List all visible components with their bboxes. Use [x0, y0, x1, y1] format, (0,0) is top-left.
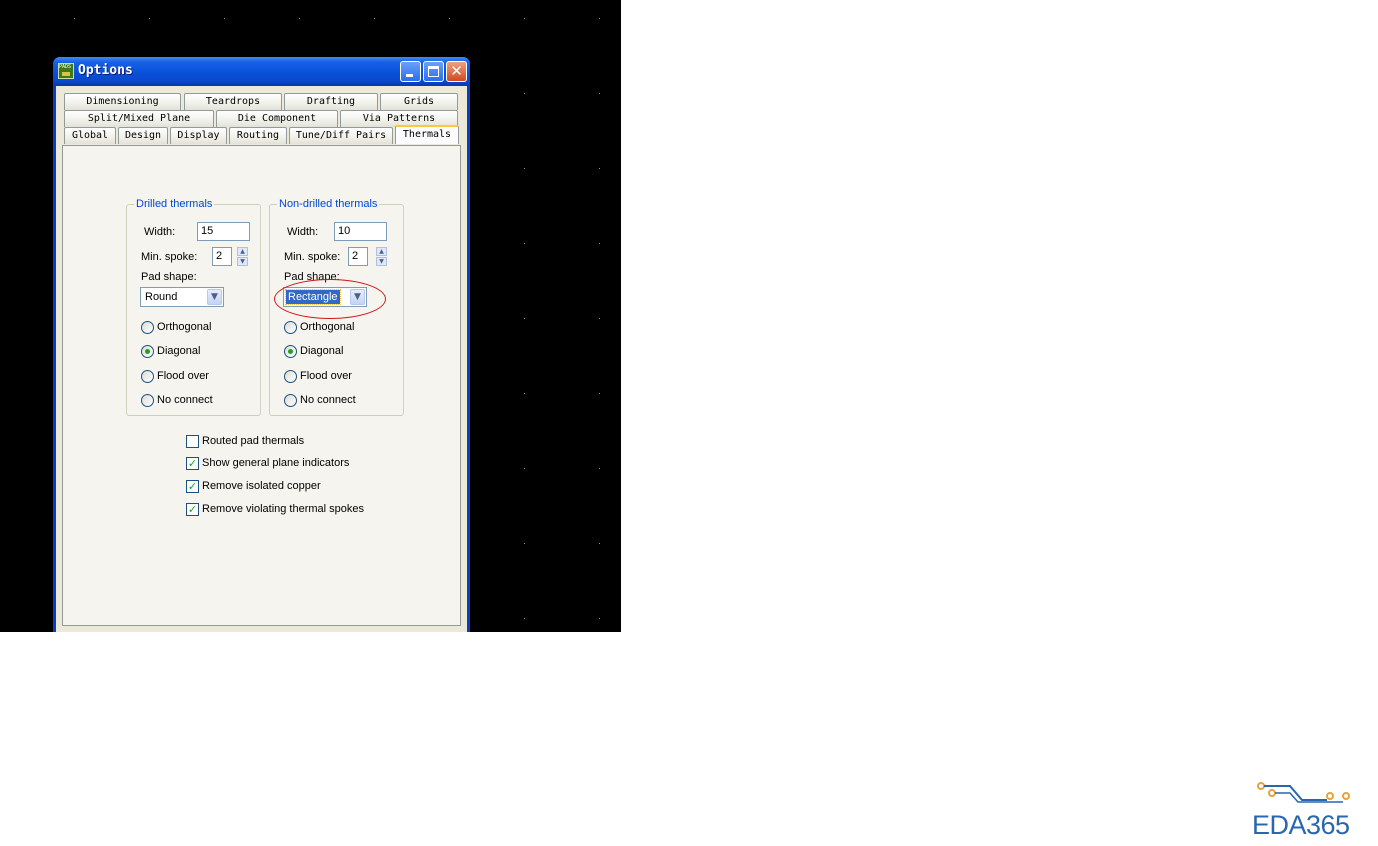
options-dialog: PADS Options ✕ Dimensioning Teardrops Dr…	[53, 57, 470, 632]
grid-dot	[299, 18, 300, 19]
grid-dot	[599, 18, 600, 19]
non-drilled-orthogonal-label[interactable]: Orthogonal	[300, 321, 354, 334]
remove-violating-thermal-spokes-label[interactable]: Remove violating thermal spokes	[202, 503, 364, 516]
drilled-diagonal-radio[interactable]	[141, 345, 154, 358]
drilled-width-input[interactable]: 15	[197, 222, 250, 241]
grid-dot	[599, 618, 600, 619]
non-drilled-width-input[interactable]: 10	[334, 222, 387, 241]
grid-dot	[74, 18, 75, 19]
grid-dot	[524, 18, 525, 19]
grid-dot	[599, 468, 600, 469]
grid-dot	[599, 243, 600, 244]
eda365-logo: EDA365	[1250, 778, 1365, 840]
spin-up-icon[interactable]: ▲	[237, 247, 248, 256]
grid-dot	[449, 18, 450, 19]
tab-grids[interactable]: Grids	[380, 93, 458, 110]
show-general-plane-indicators-checkbox[interactable]: ✓	[186, 457, 199, 470]
close-button[interactable]: ✕	[446, 61, 467, 82]
tab-drafting[interactable]: Drafting	[284, 93, 378, 110]
grid-dot	[524, 393, 525, 394]
grid-dot	[599, 543, 600, 544]
tab-display[interactable]: Display	[170, 127, 227, 144]
grid-dot	[524, 243, 525, 244]
remove-isolated-copper-checkbox[interactable]: ✓	[186, 480, 199, 493]
drilled-no-connect-radio[interactable]	[141, 394, 154, 407]
non-drilled-no-connect-radio[interactable]	[284, 394, 297, 407]
grid-dot	[524, 468, 525, 469]
drilled-pad-shape-select[interactable]: Round ▼	[140, 287, 224, 307]
tab-global[interactable]: Global	[64, 127, 116, 144]
title-bar[interactable]: PADS Options ✕	[53, 57, 470, 86]
drilled-pad-shape-value: Round	[145, 291, 178, 303]
maximize-icon	[428, 66, 439, 77]
tab-teardrops[interactable]: Teardrops	[184, 93, 282, 110]
spin-down-icon[interactable]: ▼	[376, 257, 387, 266]
grid-dot	[224, 18, 225, 19]
eda365-wordmark: EDA365	[1252, 810, 1350, 840]
tab-thermals[interactable]: Thermals	[395, 125, 459, 144]
spin-down-icon[interactable]: ▼	[237, 257, 248, 266]
circuit-trace-icon	[1257, 782, 1350, 803]
grid-dot	[599, 93, 600, 94]
non-drilled-width-label: Width:	[287, 226, 319, 238]
non-drilled-diagonal-label[interactable]: Diagonal	[300, 345, 343, 358]
tab-dimensioning[interactable]: Dimensioning	[64, 93, 181, 110]
close-icon: ✕	[450, 62, 463, 80]
spin-up-icon[interactable]: ▲	[376, 247, 387, 256]
non-drilled-no-connect-label[interactable]: No connect	[300, 394, 356, 407]
grid-dot	[524, 618, 525, 619]
dialog-client: Dimensioning Teardrops Drafting Grids Sp…	[56, 86, 467, 632]
grid-dot	[524, 93, 525, 94]
grid-dot	[149, 18, 150, 19]
grid-dot	[374, 18, 375, 19]
grid-dot	[524, 318, 525, 319]
grid-dot	[524, 543, 525, 544]
non-drilled-min-spoke-label: Min. spoke:	[284, 251, 341, 263]
non-drilled-diagonal-radio[interactable]	[284, 345, 297, 358]
grid-dot	[599, 318, 600, 319]
routed-pad-thermals-checkbox[interactable]	[186, 435, 199, 448]
non-drilled-min-spoke-input[interactable]: 2	[348, 247, 368, 266]
drilled-diagonal-label[interactable]: Diagonal	[157, 345, 200, 358]
tab-routing[interactable]: Routing	[229, 127, 287, 144]
window-title: Options	[78, 63, 133, 78]
drilled-thermals-title: Drilled thermals	[134, 198, 215, 211]
drilled-flood-over-radio[interactable]	[141, 370, 154, 383]
tab-design[interactable]: Design	[118, 127, 168, 144]
non-drilled-min-spoke-spinner[interactable]: ▲ ▼	[376, 247, 387, 266]
tab-die-component[interactable]: Die Component	[216, 110, 338, 127]
show-general-plane-indicators-label[interactable]: Show general plane indicators	[202, 457, 349, 470]
drilled-min-spoke-label: Min. spoke:	[141, 251, 198, 263]
chevron-down-icon[interactable]: ▼	[207, 289, 222, 305]
tab-tune-diff-pairs[interactable]: Tune/Diff Pairs	[289, 127, 393, 144]
routed-pad-thermals-label[interactable]: Routed pad thermals	[202, 435, 304, 448]
remove-violating-thermal-spokes-checkbox[interactable]: ✓	[186, 503, 199, 516]
grid-dot	[599, 168, 600, 169]
non-drilled-orthogonal-radio[interactable]	[284, 321, 297, 334]
drilled-width-label: Width:	[144, 226, 176, 238]
drilled-pad-shape-label: Pad shape:	[141, 271, 197, 283]
drilled-orthogonal-radio[interactable]	[141, 321, 154, 334]
drilled-flood-over-label[interactable]: Flood over	[157, 370, 209, 383]
minimize-icon	[406, 74, 413, 77]
drilled-no-connect-label[interactable]: No connect	[157, 394, 213, 407]
drilled-min-spoke-input[interactable]: 2	[212, 247, 232, 266]
drilled-min-spoke-spinner[interactable]: ▲ ▼	[237, 247, 248, 266]
pads-app-icon: PADS	[58, 63, 74, 79]
tab-split-mixed-plane[interactable]: Split/Mixed Plane	[64, 110, 214, 127]
annotation-ellipse	[274, 279, 386, 319]
grid-dot	[524, 168, 525, 169]
minimize-button[interactable]	[400, 61, 421, 82]
maximize-button[interactable]	[423, 61, 444, 82]
grid-dot	[599, 393, 600, 394]
remove-isolated-copper-label[interactable]: Remove isolated copper	[202, 480, 321, 493]
non-drilled-thermals-title: Non-drilled thermals	[277, 198, 380, 211]
non-drilled-flood-over-label[interactable]: Flood over	[300, 370, 352, 383]
drilled-orthogonal-label[interactable]: Orthogonal	[157, 321, 211, 334]
non-drilled-flood-over-radio[interactable]	[284, 370, 297, 383]
